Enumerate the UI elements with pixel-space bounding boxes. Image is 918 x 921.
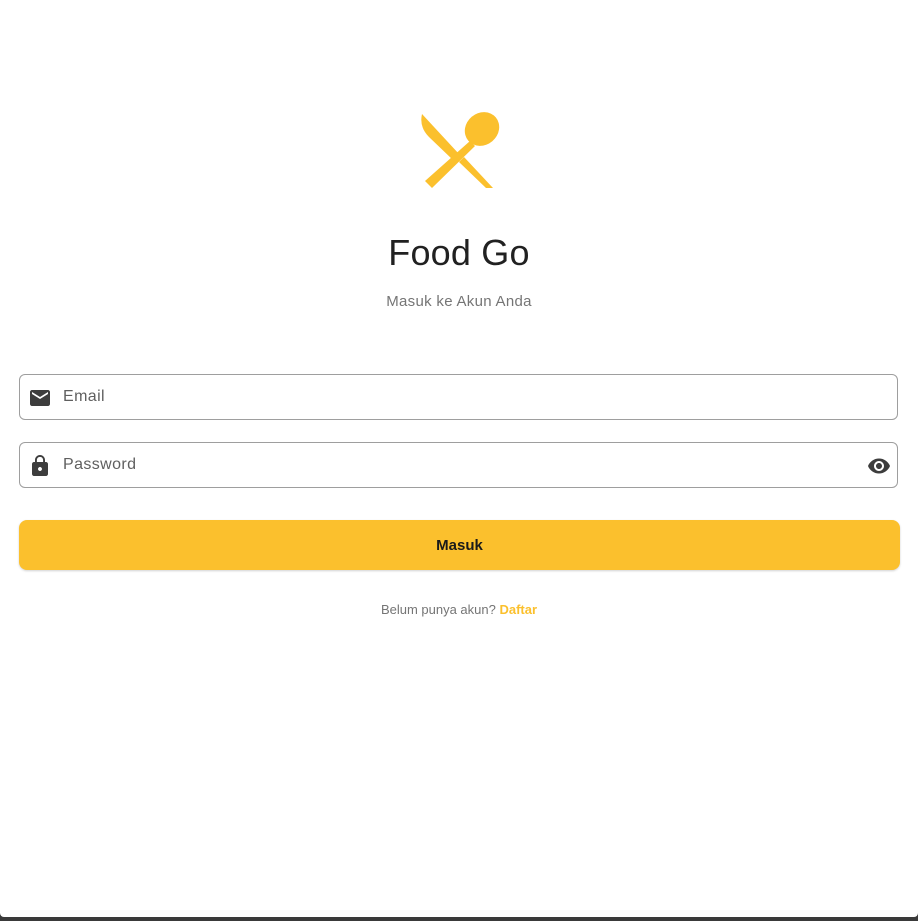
password-input[interactable]: [63, 443, 843, 487]
login-screen: Food Go Masuk ke Akun Anda Masuk Belum p…: [0, 0, 918, 917]
email-field[interactable]: [19, 374, 898, 420]
lock-icon: [32, 455, 48, 476]
register-link[interactable]: Daftar: [499, 602, 537, 617]
password-field[interactable]: [19, 442, 898, 488]
email-icon: [30, 390, 50, 406]
restaurant-icon: [421, 112, 500, 188]
email-input[interactable]: [63, 375, 843, 419]
register-prompt-text: Belum punya akun?: [380, 602, 500, 617]
login-button[interactable]: Masuk: [19, 520, 900, 570]
register-prompt: Belum punya akun? Daftar: [0, 602, 918, 617]
visibility-icon[interactable]: [867, 454, 891, 478]
app-title: Food Go: [388, 232, 530, 273]
login-subtitle: Masuk ke Akun Anda: [386, 293, 532, 310]
